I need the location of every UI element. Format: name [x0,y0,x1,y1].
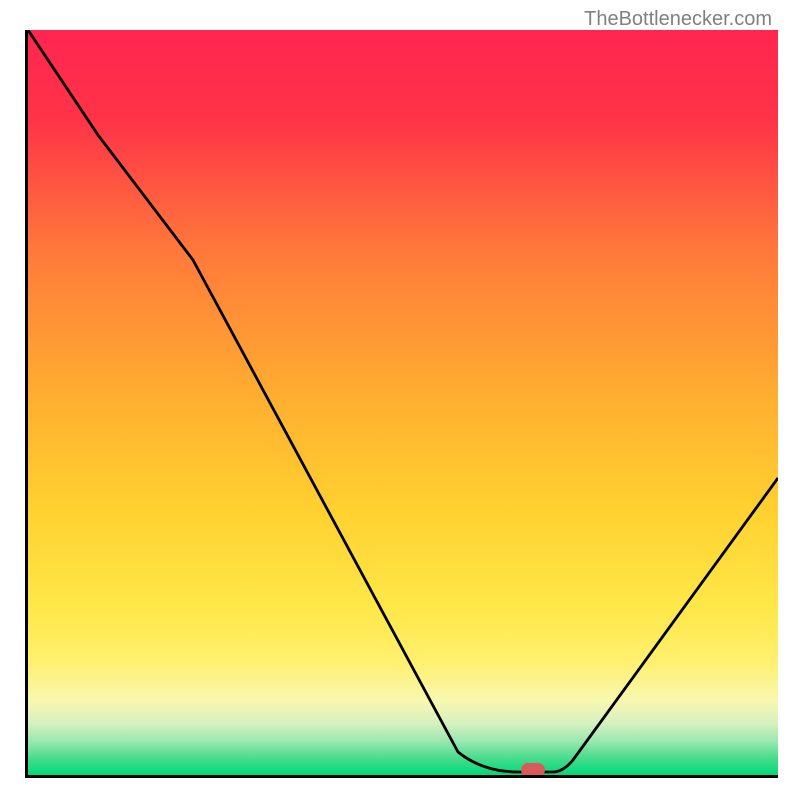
watermark-text: TheBottlenecker.com [584,8,772,31]
bottleneck-curve [28,30,778,775]
optimal-marker [521,763,545,777]
chart-plot-area [25,30,778,778]
